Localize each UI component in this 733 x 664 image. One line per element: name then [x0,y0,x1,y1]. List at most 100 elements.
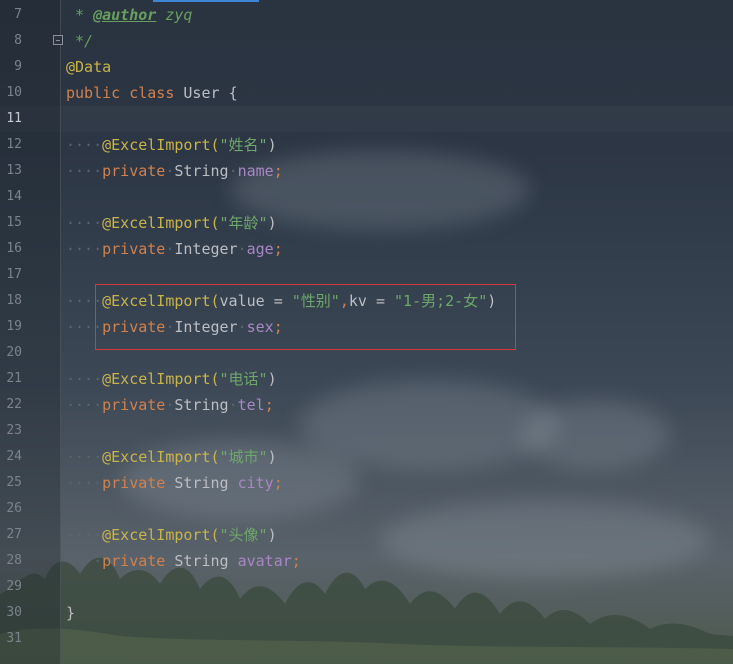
line-number: 26 [6,501,22,516]
line-number: 27 [6,527,22,542]
indent-guide: ···· [66,214,103,232]
comment-text: zyq [156,6,193,24]
line-number: 21 [6,371,22,386]
javadoc-tag: @author [93,6,157,24]
annotation: @ExcelImport( [102,136,220,154]
paren: ) [267,526,277,544]
indent-guide: ···· [66,136,103,154]
indent-guide: ···· [66,526,103,544]
code-line[interactable]: ····@ExcelImport("电话") [66,366,277,392]
line-number: 16 [6,241,22,256]
semicolon: ; [264,396,274,414]
type-name: String [174,552,229,570]
keyword: private [102,396,166,414]
type-name: String [174,396,229,414]
type-name: String [174,474,229,492]
code-line[interactable]: ····private·String·name; [66,158,283,184]
fold-collapse-icon[interactable] [53,35,63,45]
code-line[interactable]: ····private·String·avatar; [66,548,301,574]
line-number: 14 [6,189,22,204]
brace: { [228,84,238,102]
keyword: private [102,552,166,570]
string-literal: "姓名" [219,136,268,154]
code-line[interactable]: public class User { [66,80,238,106]
type-name: String [174,162,229,180]
indent-guide: ···· [66,448,103,466]
code-line[interactable]: ····@ExcelImport("头像") [66,522,277,548]
line-number: 23 [6,423,22,438]
line-number: 19 [6,319,22,334]
code-line[interactable]: ····@ExcelImport("姓名") [66,132,277,158]
keyword: class [129,84,175,102]
code-line[interactable]: * @author zyq [66,2,192,28]
line-number: 20 [6,345,22,360]
line-number: 9 [14,59,22,74]
type-name: Integer [174,240,238,258]
code-line[interactable]: ····private·String·tel; [66,392,274,418]
line-number: 25 [6,475,22,490]
string-literal: "头像" [219,526,268,544]
annotation: @ExcelImport( [102,448,220,466]
brace: } [66,604,76,622]
paren: ) [267,214,277,232]
class-name: User [183,84,220,102]
line-number: 18 [6,293,22,308]
line-number: 28 [6,553,22,568]
field-name: age [246,240,274,258]
annotation: @Data [66,58,112,76]
line-number: 7 [14,7,22,22]
indent-guide: ···· [66,396,103,414]
string-literal: "电话" [219,370,268,388]
line-number: 29 [6,579,22,594]
line-number-active: 11 [6,111,22,126]
annotation: @ExcelImport( [102,214,220,232]
line-number: 31 [6,631,22,646]
field-name: avatar [237,552,292,570]
code-editor[interactable]: 7 8 9 10 11 12 13 14 15 16 17 18 19 20 2… [0,0,733,664]
string-literal: "城市" [219,448,268,466]
line-number: 8 [14,33,22,48]
code-line[interactable]: ····@ExcelImport("城市") [66,444,277,470]
line-number: 15 [6,215,22,230]
line-number: 10 [6,85,22,100]
field-name: city [237,474,274,492]
line-number-gutter[interactable]: 7 8 9 10 11 12 13 14 15 16 17 18 19 20 2… [0,0,61,664]
string-literal: "年龄" [219,214,268,232]
keyword: private [102,240,166,258]
comment-text: * [66,6,94,24]
code-line[interactable]: ····private·String·city; [66,470,283,496]
field-name: name [237,162,274,180]
code-line[interactable]: ····@ExcelImport("年龄") [66,210,277,236]
annotation: @ExcelImport( [102,370,220,388]
indent-guide: ···· [66,162,103,180]
line-number: 22 [6,397,22,412]
line-number: 24 [6,449,22,464]
line-number: 17 [6,267,22,282]
keyword: private [102,162,166,180]
semicolon: ; [291,552,301,570]
code-line[interactable]: */ [66,28,93,54]
semicolon: ; [273,162,283,180]
code-line[interactable]: @Data [66,54,111,80]
keyword: public [66,84,121,102]
code-line[interactable]: ····private·Integer·age; [66,236,283,262]
paren: ) [267,448,277,466]
comment-close: */ [66,32,94,50]
line-number: 30 [6,605,22,620]
paren: ) [267,370,277,388]
semicolon: ; [273,474,283,492]
indent-guide: ···· [66,240,103,258]
line-number: 13 [6,163,22,178]
paren: ) [267,136,277,154]
code-line[interactable]: } [66,600,75,626]
keyword: private [102,474,166,492]
field-name: tel [237,396,265,414]
indent-guide: ···· [66,474,103,492]
indent-guide: ···· [66,552,103,570]
highlight-annotation-box [95,284,516,350]
current-line-highlight [0,106,733,132]
background-cloud [520,400,670,470]
line-number: 12 [6,137,22,152]
annotation: @ExcelImport( [102,526,220,544]
indent-guide: ···· [66,370,103,388]
